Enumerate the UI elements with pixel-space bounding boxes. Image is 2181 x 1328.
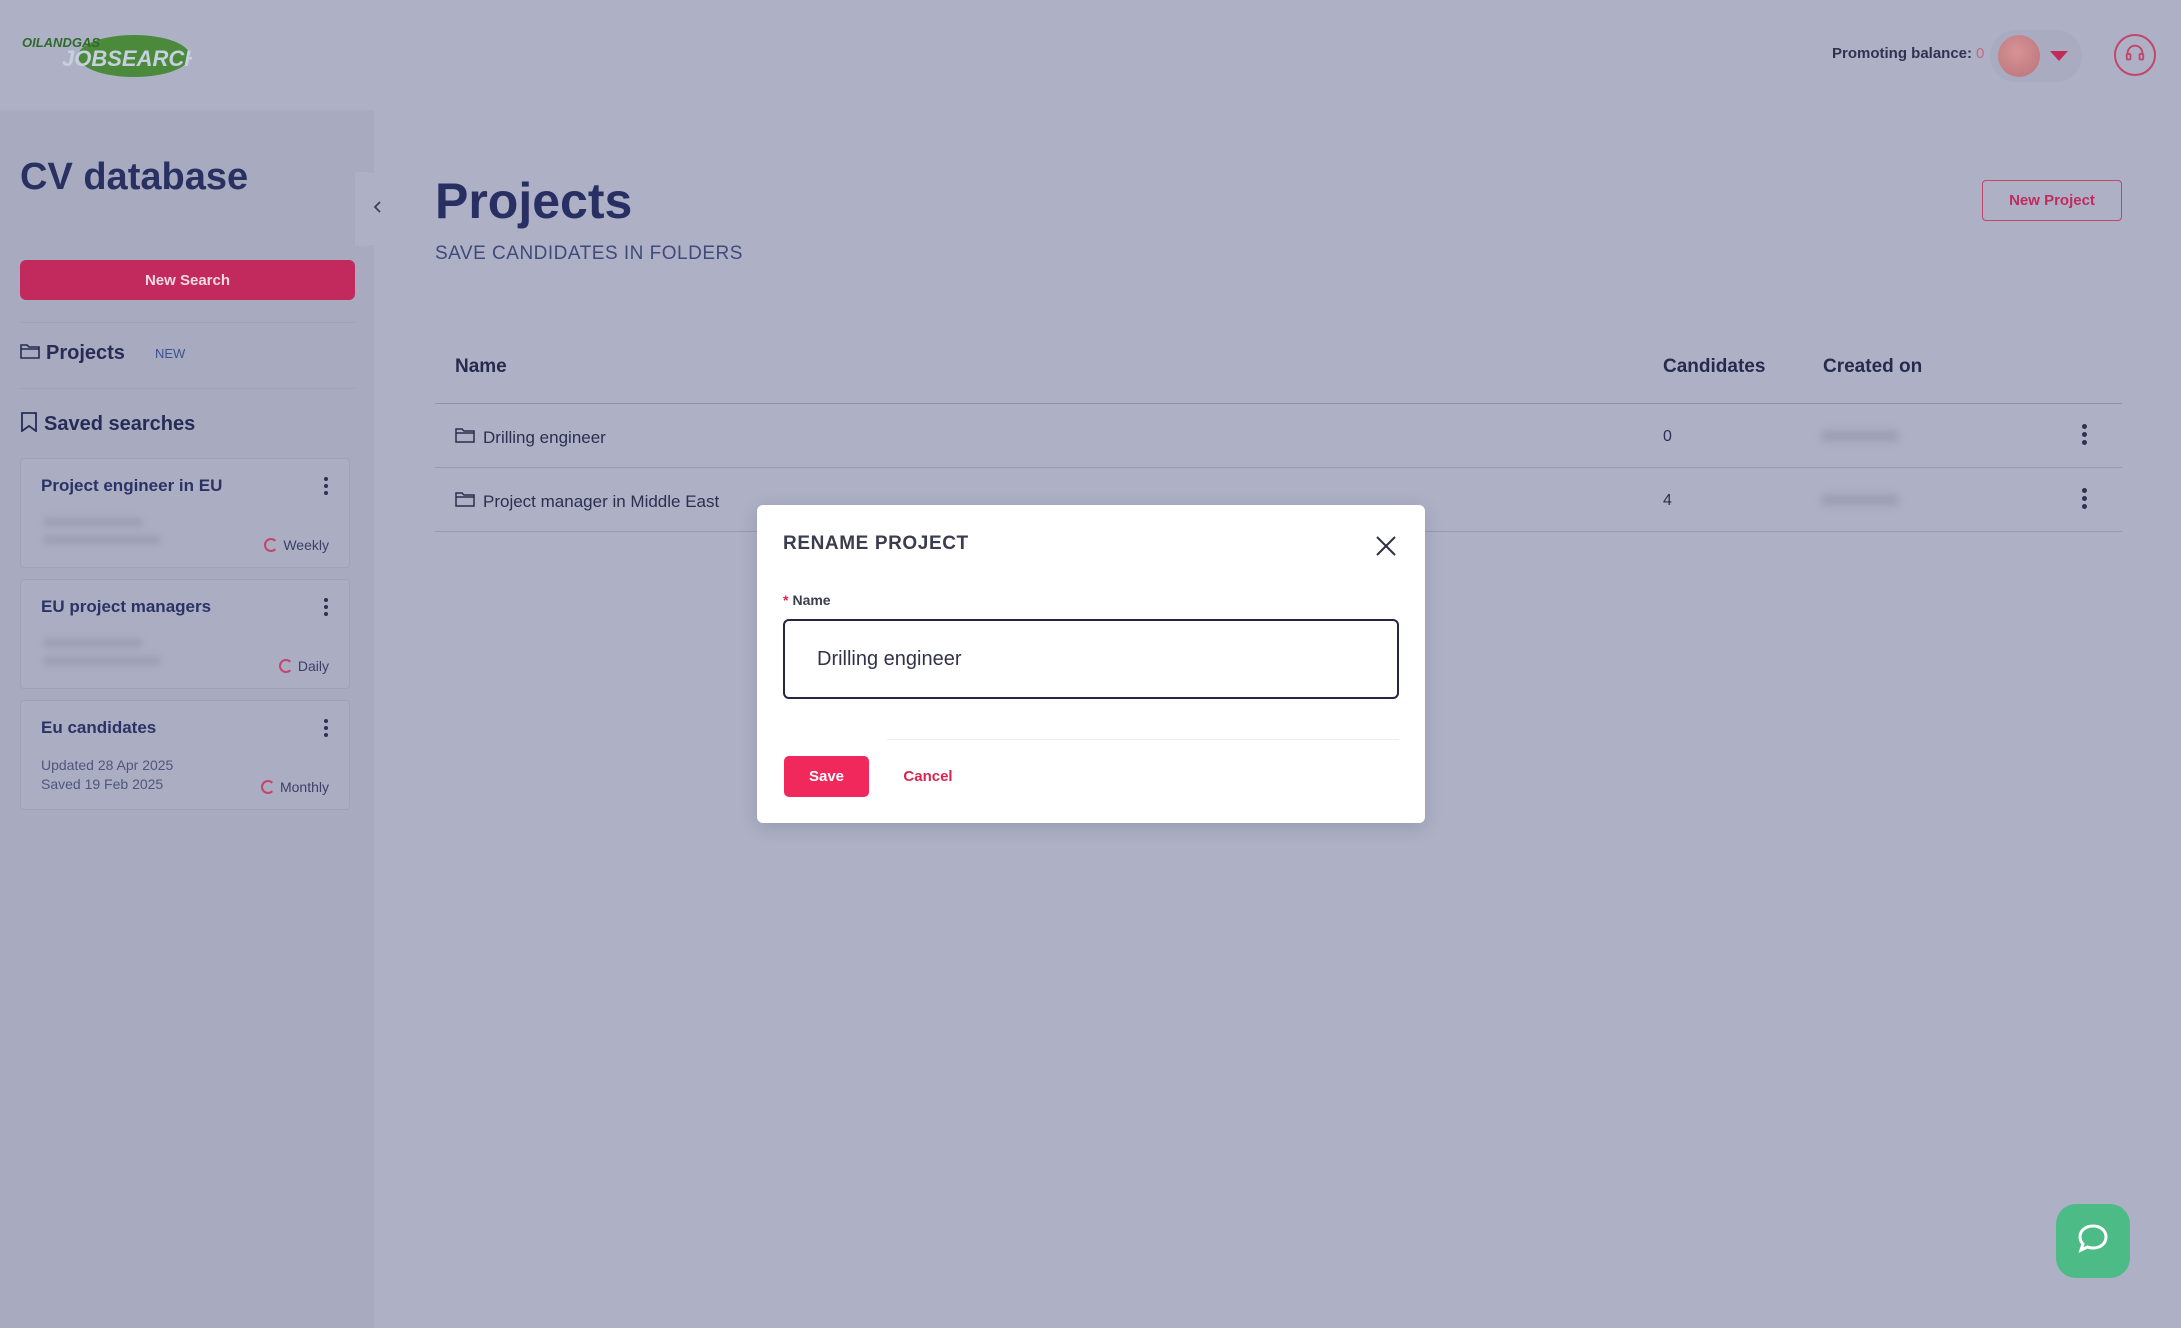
caret-down-icon[interactable] <box>2050 51 2068 61</box>
kebab-icon[interactable] <box>2081 488 2089 512</box>
sidebar-item-projects[interactable]: Projects NEW <box>20 342 185 365</box>
page-title: Projects <box>435 173 633 229</box>
frequency-label: Weekly <box>283 537 329 553</box>
refresh-icon <box>260 780 275 794</box>
divider <box>20 388 355 389</box>
saved-search-card[interactable]: Eu candidates Updated 28 Apr 2025 Saved … <box>20 700 350 810</box>
required-marker: * <box>783 592 789 608</box>
folder-icon <box>455 490 483 513</box>
blurred-meta <box>43 656 161 666</box>
sidebar-item-label: Saved searches <box>44 413 196 435</box>
kebab-icon[interactable] <box>323 477 329 497</box>
frequency-label: Monthly <box>279 779 329 795</box>
created-on-blurred <box>1820 430 1900 442</box>
field-label-text: Name <box>792 592 831 608</box>
headset-icon <box>2124 42 2146 69</box>
updated-meta: Updated 28 Apr 2025 <box>41 757 173 773</box>
close-icon[interactable] <box>1371 531 1401 561</box>
saved-label: Saved <box>41 776 81 792</box>
project-name-input[interactable] <box>783 619 1399 699</box>
column-header-name[interactable]: Name <box>455 356 507 378</box>
frequency-label: Daily <box>297 658 329 674</box>
frequency-badge: Daily <box>278 658 329 674</box>
sidebar: CV database New Search Projects NEW Save… <box>0 110 401 1328</box>
chat-icon <box>2075 1221 2111 1262</box>
modal-title: RENAME PROJECT <box>783 533 969 554</box>
sidebar-item-saved-searches[interactable]: Saved searches <box>20 412 195 437</box>
blurred-meta <box>43 638 143 648</box>
user-menu[interactable] <box>1990 30 2082 82</box>
folder-icon <box>20 342 40 365</box>
support-button[interactable] <box>2114 34 2156 76</box>
cancel-button[interactable]: Cancel <box>888 756 968 797</box>
candidates-count: 0 <box>1663 428 1672 445</box>
project-name-label: Project manager in Middle East <box>483 491 720 511</box>
page-subtitle: SAVE CANDIDATES IN FOLDERS <box>435 243 743 264</box>
promoting-balance: Promoting balance: 0 <box>1832 45 1984 62</box>
sidebar-title: CV database <box>20 156 249 198</box>
logo[interactable]: OILANDGAS JOBSEARCH <box>22 30 201 78</box>
saved-search-title: EU project managers <box>41 597 212 616</box>
frequency-badge: Monthly <box>260 779 329 795</box>
bookmark-icon <box>20 412 38 437</box>
new-search-button[interactable]: New Search <box>20 260 355 300</box>
saved-search-title: Eu candidates <box>41 718 157 737</box>
kebab-icon[interactable] <box>2081 424 2089 448</box>
blurred-meta <box>43 535 161 545</box>
updated-label: Updated <box>41 757 94 773</box>
new-badge: NEW <box>154 346 186 361</box>
save-button[interactable]: Save <box>784 756 869 797</box>
chat-button[interactable] <box>2056 1204 2130 1278</box>
refresh-icon <box>278 659 293 673</box>
promoting-label: Promoting balance: <box>1832 45 1973 62</box>
table-row[interactable]: Drilling engineer 0 <box>435 404 2122 468</box>
promoting-value: 0 <box>1976 45 1985 62</box>
saved-value: 19 Feb 2025 <box>84 776 164 792</box>
folder-icon <box>455 426 483 449</box>
project-name[interactable]: Drilling engineer <box>455 426 606 449</box>
project-name[interactable]: Project manager in Middle East <box>455 490 719 513</box>
refresh-icon <box>264 538 279 552</box>
chevron-left-icon <box>371 200 385 219</box>
column-header-created-on[interactable]: Created on <box>1823 356 1922 378</box>
logo-text-main: JOBSEARCH <box>62 46 192 71</box>
kebab-icon[interactable] <box>323 598 329 618</box>
saved-meta: Saved 19 Feb 2025 <box>41 776 163 792</box>
projects-table: Name Candidates Created on Drilling engi… <box>435 340 2122 532</box>
blurred-meta <box>43 517 143 527</box>
updated-value: 28 Apr 2025 <box>97 757 174 773</box>
saved-search-card[interactable]: Project engineer in EU Weekly <box>20 458 350 568</box>
table-header: Name Candidates Created on <box>435 340 2122 404</box>
collapse-sidebar-button[interactable] <box>355 172 401 246</box>
saved-search-title: Project engineer in EU <box>41 476 223 495</box>
created-on-blurred <box>1820 494 1900 506</box>
candidates-count: 4 <box>1663 492 1672 509</box>
divider <box>887 739 1399 740</box>
avatar[interactable] <box>1998 35 2040 77</box>
project-name-label: Drilling engineer <box>483 427 606 447</box>
divider <box>20 322 355 323</box>
sidebar-item-label: Projects <box>46 342 125 364</box>
top-header: OILANDGAS JOBSEARCH Promoting balance: 0 <box>0 0 2181 110</box>
rename-project-modal: RENAME PROJECT *Name Save Cancel <box>757 505 1425 823</box>
new-project-button[interactable]: New Project <box>1982 180 2122 221</box>
column-header-candidates[interactable]: Candidates <box>1663 356 1765 378</box>
saved-search-card[interactable]: EU project managers Daily <box>20 579 350 689</box>
name-field-label: * Name <box>783 592 831 608</box>
frequency-badge: Weekly <box>264 537 329 553</box>
kebab-icon[interactable] <box>323 719 329 739</box>
